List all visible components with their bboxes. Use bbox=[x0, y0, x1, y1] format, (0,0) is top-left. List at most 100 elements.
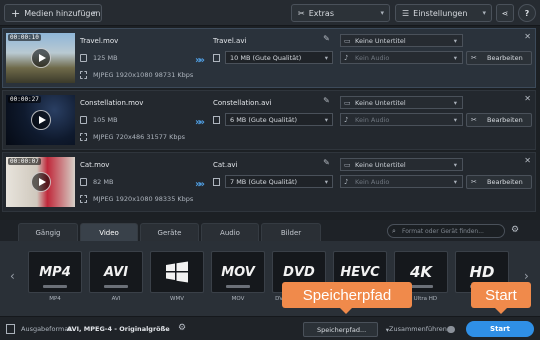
output-format-value: AVI, MPEG-4 - Originalgröße bbox=[67, 325, 170, 333]
pencil-icon[interactable]: ✎ bbox=[321, 96, 332, 107]
scissors-icon: ✂ bbox=[471, 54, 477, 62]
format-name: AVI bbox=[111, 296, 121, 302]
convert-arrow-icon: »» bbox=[195, 179, 205, 190]
file-row[interactable]: 00:00:07 Cat.mov 82 MB MJPEG 1920x1080 9… bbox=[2, 152, 536, 212]
close-icon[interactable]: ✕ bbox=[524, 94, 531, 103]
edit-button[interactable]: ✂ Bearbeiten bbox=[466, 175, 532, 189]
output-size: 6 MB (Gute Qualität) ▾ bbox=[213, 113, 333, 126]
settings-label: Einstellungen bbox=[413, 8, 468, 18]
subtitle-select[interactable]: ▭ Keine Untertitel ▾ bbox=[340, 34, 463, 47]
format-mov[interactable]: MOV MOV bbox=[211, 251, 265, 303]
convert-arrow-icon: »» bbox=[195, 117, 205, 128]
source-file-name: Travel.mov bbox=[80, 37, 119, 45]
start-button[interactable]: Start bbox=[466, 321, 534, 337]
video-thumbnail[interactable]: 00:00:10 bbox=[6, 33, 75, 83]
save-path-callout: Speicherpfad bbox=[282, 282, 412, 314]
output-file-name: Constellation.avi bbox=[213, 99, 272, 107]
format-tabs: Gängig Video Geräte Audio Bilder ⌕ Forma… bbox=[0, 221, 540, 241]
film-icon bbox=[80, 71, 87, 79]
play-icon[interactable] bbox=[31, 172, 51, 192]
format-search[interactable]: ⌕ Format oder Gerät finden... bbox=[387, 224, 505, 238]
add-media-button[interactable]: + Medien hinzufügen ▾ bbox=[4, 4, 102, 22]
video-thumbnail[interactable]: 00:00:07 bbox=[6, 157, 75, 207]
pencil-icon[interactable]: ✎ bbox=[321, 34, 332, 45]
chevron-left-icon[interactable]: ‹ bbox=[10, 269, 15, 283]
file-row[interactable]: 00:00:27 Constellation.mov 105 MB MJPEG … bbox=[2, 90, 536, 150]
output-size-select[interactable]: 7 MB (Gute Qualität) ▾ bbox=[225, 175, 333, 188]
save-path-label: Speicherpfad... bbox=[317, 325, 367, 334]
subtitle-icon: ▭ bbox=[344, 36, 351, 45]
output-format-label: Ausgabeformat: bbox=[21, 325, 74, 333]
source-file-name: Constellation.mov bbox=[80, 99, 144, 107]
output-file-name: Cat.avi bbox=[213, 161, 238, 169]
scissors-icon: ✂ bbox=[471, 178, 477, 186]
format-wmv[interactable]: WMV bbox=[150, 251, 204, 303]
tab-popular[interactable]: Gängig bbox=[18, 223, 78, 241]
start-callout: Start bbox=[471, 282, 531, 314]
tab-devices[interactable]: Geräte bbox=[140, 223, 199, 241]
share-button[interactable]: ⋖ bbox=[496, 4, 514, 22]
output-size: 10 MB (Gute Qualität) ▾ bbox=[213, 51, 333, 64]
close-icon[interactable]: ✕ bbox=[524, 32, 531, 41]
convert-arrow-icon: »» bbox=[195, 55, 205, 66]
file-row[interactable]: 00:00:10 Travel.mov 125 MB MJPEG 1920x10… bbox=[2, 28, 536, 88]
format-name: WMV bbox=[170, 296, 184, 302]
audio-select[interactable]: ♪ Kein Audio ▾ bbox=[340, 113, 463, 126]
tools-icon: ✂ bbox=[298, 8, 305, 18]
file-icon bbox=[6, 324, 15, 334]
search-icon: ⌕ bbox=[392, 226, 396, 235]
video-thumbnail[interactable]: 00:00:27 bbox=[6, 95, 75, 145]
format-avi[interactable]: AVI AVI bbox=[89, 251, 143, 303]
chevron-down-icon: ▾ bbox=[324, 53, 328, 62]
share-icon: ⋖ bbox=[501, 8, 509, 18]
merge-label: Zusammenführen: bbox=[389, 325, 450, 333]
chevron-right-icon[interactable]: › bbox=[524, 269, 529, 283]
output-size-select[interactable]: 10 MB (Gute Qualität) ▾ bbox=[225, 51, 333, 64]
output-size-select[interactable]: 6 MB (Gute Qualität) ▾ bbox=[225, 113, 333, 126]
output-file-name: Travel.avi bbox=[213, 37, 247, 45]
gear-icon[interactable]: ⚙ bbox=[178, 323, 186, 333]
extras-button[interactable]: ✂ Extras ▾ bbox=[291, 4, 390, 22]
format-name: MOV bbox=[231, 296, 245, 302]
subtitle-select[interactable]: ▭ Keine Untertitel ▾ bbox=[340, 158, 463, 171]
source-info: MJPEG 1920x1080 98731 Kbps bbox=[80, 71, 193, 79]
audio-select[interactable]: ♪ Kein Audio ▾ bbox=[340, 51, 463, 64]
help-button[interactable]: ? bbox=[518, 4, 536, 22]
search-placeholder: Format oder Gerät finden... bbox=[402, 227, 484, 235]
video-strip bbox=[104, 285, 128, 288]
tab-video[interactable]: Video bbox=[80, 223, 138, 241]
play-icon[interactable] bbox=[31, 48, 51, 68]
merge-toggle[interactable] bbox=[447, 326, 455, 333]
edit-button[interactable]: ✂ Bearbeiten bbox=[466, 113, 532, 127]
format-gallery: ‹ MP4 MP4 AVI AVI WMV MOV MOV DVD DVD-ko… bbox=[0, 241, 540, 316]
audio-select[interactable]: ♪ Kein Audio ▾ bbox=[340, 175, 463, 188]
close-icon[interactable]: ✕ bbox=[524, 156, 531, 165]
chevron-down-icon: ▾ bbox=[453, 36, 457, 45]
subtitle-icon: ▭ bbox=[344, 160, 351, 169]
chevron-down-icon: ▾ bbox=[453, 98, 457, 107]
scissors-icon: ✂ bbox=[471, 116, 477, 124]
chevron-down-icon: ▾ bbox=[324, 115, 328, 124]
file-list: 00:00:10 Travel.mov 125 MB MJPEG 1920x10… bbox=[0, 26, 540, 220]
film-icon bbox=[80, 195, 87, 203]
audio-icon: ♪ bbox=[344, 53, 349, 62]
chevron-down-icon: ▾ bbox=[92, 9, 96, 17]
tab-images[interactable]: Bilder bbox=[261, 223, 321, 241]
format-logo bbox=[150, 251, 204, 293]
subtitle-select[interactable]: ▭ Keine Untertitel ▾ bbox=[340, 96, 463, 109]
status-bar: Ausgabeformat: AVI, MPEG-4 - Originalgrö… bbox=[0, 316, 540, 340]
output-size: 7 MB (Gute Qualität) ▾ bbox=[213, 175, 333, 188]
tab-audio[interactable]: Audio bbox=[201, 223, 259, 241]
chevron-down-icon: ▾ bbox=[453, 160, 457, 169]
settings-button[interactable]: ☰ Einstellungen ▾ bbox=[395, 4, 492, 22]
preset-settings-icon[interactable]: ⚙ bbox=[511, 225, 523, 237]
source-info: MJPEG 1920x1080 98335 Kbps bbox=[80, 195, 193, 203]
save-path-button[interactable]: Speicherpfad... ▾ bbox=[303, 322, 389, 337]
file-icon bbox=[80, 54, 87, 62]
format-mp4[interactable]: MP4 MP4 bbox=[28, 251, 82, 303]
chevron-down-icon: ▾ bbox=[453, 53, 457, 62]
play-icon[interactable] bbox=[31, 110, 51, 130]
pencil-icon[interactable]: ✎ bbox=[321, 158, 332, 169]
chevron-down-icon: ▾ bbox=[380, 9, 384, 17]
edit-button[interactable]: ✂ Bearbeiten bbox=[466, 51, 532, 65]
